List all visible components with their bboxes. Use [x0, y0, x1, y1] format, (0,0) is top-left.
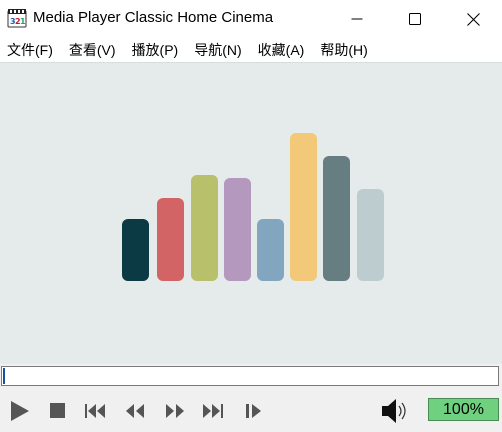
maximize-icon — [409, 13, 421, 25]
logo-bar-4 — [224, 178, 251, 281]
menu-view[interactable]: 查看(V) — [61, 38, 124, 62]
svg-text:1: 1 — [20, 17, 26, 26]
seek-bar[interactable] — [1, 366, 499, 386]
logo-bar-5 — [257, 219, 284, 281]
video-area[interactable] — [0, 62, 502, 365]
skip-forward-button[interactable] — [199, 398, 227, 424]
fast-forward-icon — [166, 404, 184, 418]
rewind-icon — [126, 404, 144, 418]
close-icon — [466, 12, 480, 26]
minimize-icon — [351, 18, 363, 20]
mpc-hc-window: 3 2 1 Media Player Classic Home Cinema 文… — [0, 0, 502, 432]
logo-bar-6 — [290, 133, 317, 281]
frame-step-button[interactable] — [240, 398, 268, 424]
control-bar: 100% — [0, 390, 502, 432]
menu-file[interactable]: 文件(F) — [0, 38, 61, 62]
menu-favorites[interactable]: 收藏(A) — [250, 38, 313, 62]
seekbar-container — [0, 364, 502, 390]
menu-help[interactable]: 帮助(H) — [312, 38, 375, 62]
title-bar[interactable]: 3 2 1 Media Player Classic Home Cinema — [0, 0, 502, 38]
fast-forward-button[interactable] — [161, 398, 189, 424]
volume-level-display[interactable]: 100% — [428, 398, 499, 421]
speaker-icon — [382, 399, 406, 423]
menu-bar: 文件(F) 查看(V) 播放(P) 导航(N) 收藏(A) 帮助(H) — [0, 38, 502, 62]
logo-bar-1 — [122, 219, 149, 281]
logo-bar-2 — [157, 198, 184, 281]
logo-bar-8 — [357, 189, 384, 281]
maximize-button[interactable] — [386, 0, 444, 38]
minimize-button[interactable] — [328, 0, 386, 38]
seek-position-indicator[interactable] — [3, 368, 5, 384]
mpc-logo — [122, 133, 384, 281]
play-icon — [11, 401, 29, 421]
stop-button[interactable] — [44, 398, 72, 424]
rewind-button[interactable] — [121, 398, 149, 424]
app-icon[interactable]: 3 2 1 — [7, 8, 27, 28]
close-button[interactable] — [444, 0, 502, 38]
frame-step-icon — [246, 404, 261, 418]
skip-back-button[interactable] — [82, 398, 110, 424]
skip-back-icon — [85, 404, 105, 418]
volume-button[interactable] — [380, 396, 412, 426]
logo-bar-7 — [323, 156, 350, 281]
play-button[interactable] — [5, 398, 33, 424]
skip-forward-icon — [203, 404, 223, 418]
logo-bar-3 — [191, 175, 218, 281]
menu-navigate[interactable]: 导航(N) — [186, 38, 249, 62]
stop-icon — [50, 403, 65, 418]
menu-play[interactable]: 播放(P) — [124, 38, 187, 62]
window-title: Media Player Classic Home Cinema — [33, 9, 274, 26]
